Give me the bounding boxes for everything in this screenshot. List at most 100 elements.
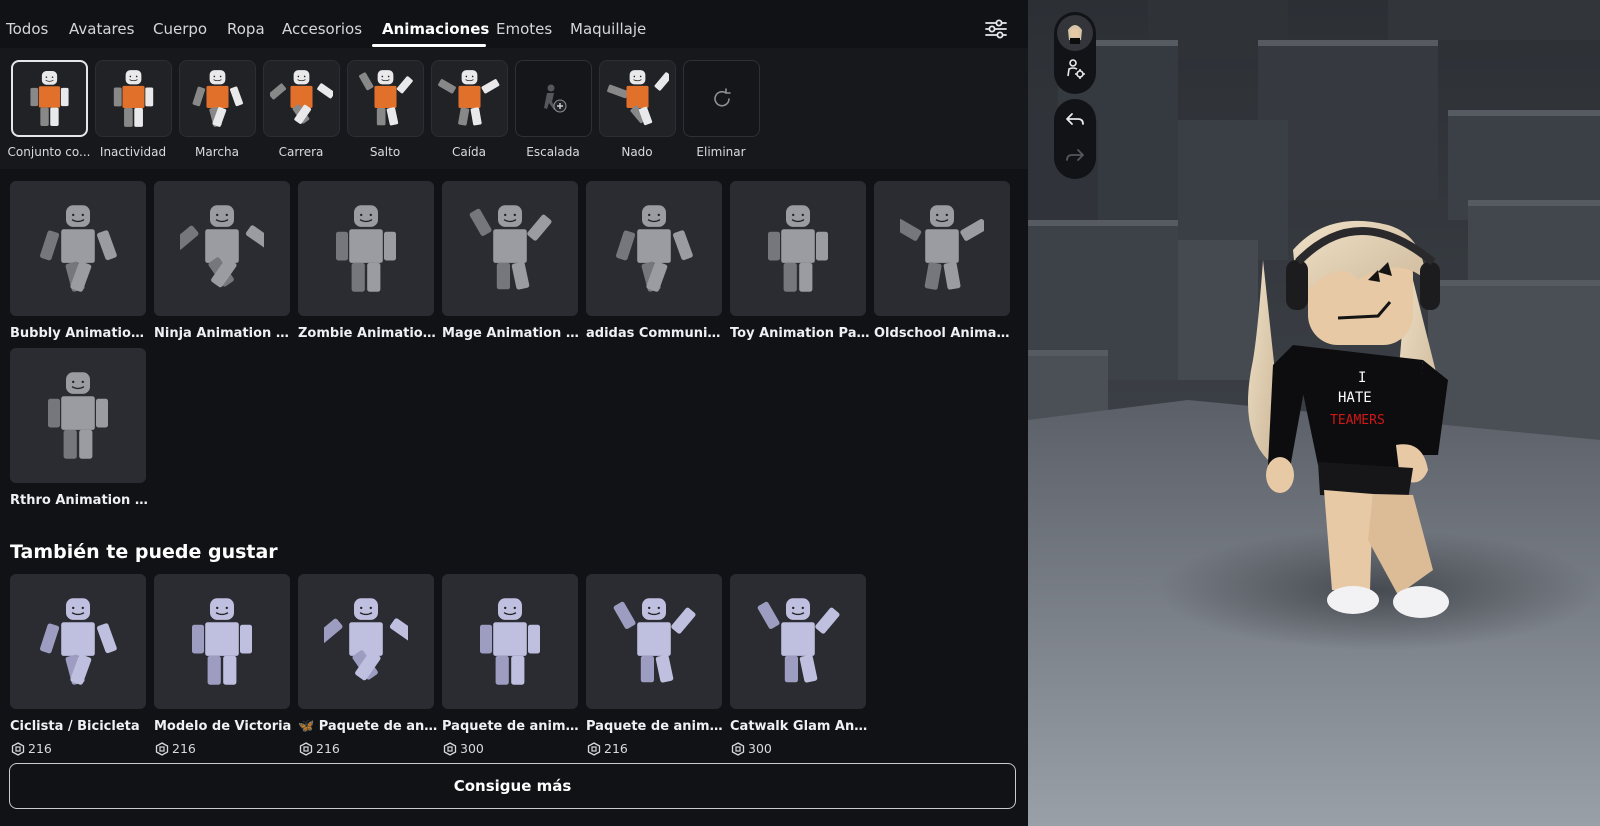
animation-item-card[interactable] <box>298 181 434 316</box>
robux-icon <box>443 741 457 756</box>
robux-icon <box>299 741 313 756</box>
animation-item-name[interactable]: Bubbly Animation P... <box>10 326 150 341</box>
animation-item-card[interactable] <box>442 181 578 316</box>
animation-item-thumbnail <box>442 181 578 316</box>
animation-slot[interactable] <box>95 60 172 137</box>
avatar-thumbnail-button[interactable] <box>1057 15 1093 51</box>
animation-item-card[interactable] <box>586 574 722 709</box>
animation-item-name[interactable]: Toy Animation Pack <box>730 326 870 341</box>
animation-slot-label: Inactividad <box>99 145 167 159</box>
animation-slot-label: Caída <box>451 145 487 159</box>
animation-item-card[interactable] <box>730 181 866 316</box>
item-price: 216 <box>155 741 196 756</box>
filter-button[interactable] <box>984 18 1010 42</box>
animation-slot[interactable] <box>599 60 676 137</box>
animation-item-thumbnail <box>10 348 146 483</box>
animation-thumbnail <box>600 61 675 136</box>
scene-render: I HATE TEAMERS <box>1028 0 1600 826</box>
animation-slot-label: Eliminar <box>696 145 746 159</box>
animation-item-name[interactable]: Rthro Animation Pa... <box>10 493 150 508</box>
tab-avatares[interactable]: Avatares <box>69 20 134 38</box>
animation-slot[interactable] <box>179 60 256 137</box>
animation-slot[interactable] <box>431 60 508 137</box>
animation-slot[interactable] <box>11 60 88 137</box>
animation-thumbnail <box>96 61 171 136</box>
item-price-value: 216 <box>28 741 52 756</box>
tab-accesorios[interactable]: Accesorios <box>282 20 362 38</box>
animation-item-card[interactable] <box>10 574 146 709</box>
animation-item-card[interactable] <box>154 574 290 709</box>
tab-todos[interactable]: Todos <box>6 20 48 38</box>
animation-item-name[interactable]: Catwalk Glam Anim... <box>730 719 870 734</box>
tab-ropa[interactable]: Ropa <box>227 20 265 38</box>
sliders-icon <box>985 19 1007 39</box>
animation-item-thumbnail <box>154 181 290 316</box>
animation-item-card[interactable] <box>154 181 290 316</box>
svg-text:TEAMERS: TEAMERS <box>1330 413 1385 428</box>
undo-icon <box>1066 113 1084 125</box>
animation-slot[interactable] <box>347 60 424 137</box>
undo-button[interactable] <box>1057 102 1093 138</box>
animation-thumbnail <box>180 61 255 136</box>
animation-item-card[interactable] <box>874 181 1010 316</box>
animation-item-card[interactable] <box>10 348 146 483</box>
avatar-settings-button[interactable] <box>1057 51 1093 87</box>
item-price-value: 300 <box>460 741 484 756</box>
animation-slot[interactable] <box>515 60 592 137</box>
avatar-head-icon <box>1068 25 1082 44</box>
tab-cuerpo[interactable]: Cuerpo <box>153 20 207 38</box>
animation-item-card[interactable] <box>442 574 578 709</box>
animation-item-card[interactable] <box>10 181 146 316</box>
item-price-value: 300 <box>748 741 772 756</box>
animation-item-card[interactable] <box>730 574 866 709</box>
svg-text:I: I <box>1358 370 1366 386</box>
animation-item-name[interactable]: Zombie Animation ... <box>298 326 438 341</box>
robux-icon <box>11 741 25 756</box>
animation-item-thumbnail <box>730 181 866 316</box>
equipped-animation-slots: Conjunto co... Inactividad Marcha Carrera Sa… <box>0 48 1028 169</box>
category-tabs: Todos Avatares Cuerpo Ropa Accesorios An… <box>0 0 1028 48</box>
animation-item-name[interactable]: Mage Animation Pa... <box>442 326 582 341</box>
catalog-panel: Todos Avatares Cuerpo Ropa Accesorios An… <box>0 0 1028 826</box>
animation-item-name[interactable]: adidas Community ... <box>586 326 726 341</box>
item-price: 216 <box>11 741 52 756</box>
animation-slot[interactable] <box>683 60 760 137</box>
tab-animaciones[interactable]: Animaciones <box>382 20 489 38</box>
animation-slot-label: Conjunto co... <box>7 145 91 159</box>
animation-item-name[interactable]: Paquete de animaci... <box>586 719 726 734</box>
animation-thumbnail <box>264 61 339 136</box>
item-price-value: 216 <box>172 741 196 756</box>
tab-maquillaje[interactable]: Maquillaje <box>570 20 646 38</box>
redo-icon <box>1066 149 1084 161</box>
animation-item-name[interactable]: Ciclista / Bicicleta <box>10 719 150 734</box>
animation-item-card[interactable] <box>298 574 434 709</box>
climb-add-icon <box>516 61 591 136</box>
animation-item-thumbnail <box>10 181 146 316</box>
animation-slot[interactable] <box>263 60 340 137</box>
animation-item-name[interactable]: Ninja Animation Pa... <box>154 326 294 341</box>
animation-item-thumbnail <box>298 574 434 709</box>
animation-slot-label: Carrera <box>278 145 324 159</box>
recommendations-title: También te puede gustar <box>10 541 278 563</box>
avatar-3d-preview[interactable]: I HATE TEAMERS <box>1028 0 1600 826</box>
animation-item-thumbnail <box>874 181 1010 316</box>
animation-item-thumbnail <box>298 181 434 316</box>
tab-emotes[interactable]: Emotes <box>496 20 552 38</box>
animation-item-card[interactable] <box>586 181 722 316</box>
animation-thumbnail <box>13 62 86 135</box>
view-toolbar-top <box>1054 12 1096 94</box>
svg-text:HATE: HATE <box>1338 390 1372 406</box>
get-more-button[interactable]: Consigue más <box>9 763 1016 809</box>
active-tab-indicator <box>372 44 486 47</box>
robux-icon <box>155 741 169 756</box>
animation-item-thumbnail <box>586 574 722 709</box>
animation-item-name[interactable]: Paquete de animaci... <box>442 719 582 734</box>
animation-item-name[interactable]: Modelo de Victoria <box>154 719 294 734</box>
robux-icon <box>587 741 601 756</box>
animation-slot-label: Marcha <box>195 145 239 159</box>
redo-button[interactable] <box>1057 138 1093 174</box>
item-price-value: 216 <box>604 741 628 756</box>
item-price: 300 <box>443 741 484 756</box>
animation-item-name[interactable]: 🦋 Paquete de anim... <box>298 719 438 734</box>
animation-item-name[interactable]: Oldschool Animatio... <box>874 326 1014 341</box>
